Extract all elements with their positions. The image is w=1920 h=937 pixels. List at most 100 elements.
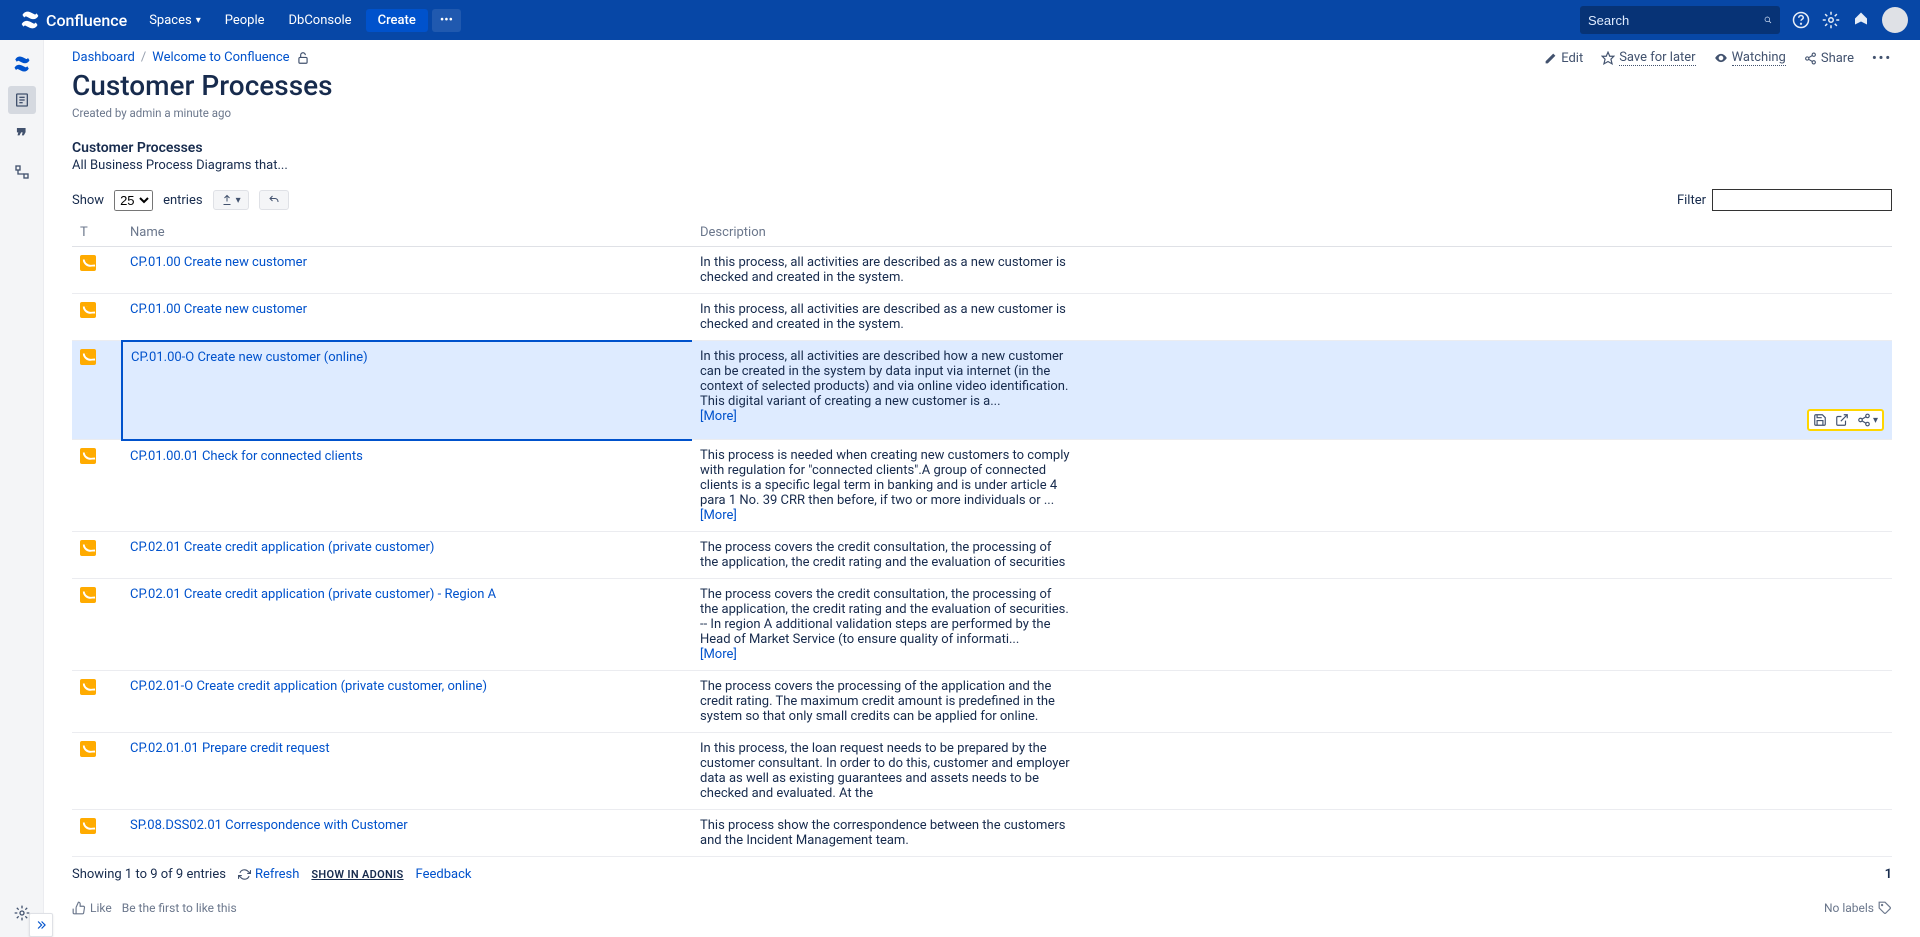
nav-more-button[interactable]: ••• <box>432 9 461 32</box>
page-meta: Created by admin a minute ago <box>72 106 1892 120</box>
share-row-icon[interactable]: ▾ <box>1857 413 1878 427</box>
logo[interactable]: Confluence <box>12 10 135 30</box>
table-row[interactable]: CP.02.01 Create credit application (priv… <box>72 579 1892 671</box>
page-size-select[interactable]: 25 <box>114 190 153 211</box>
process-link[interactable]: CP.01.00 Create new customer <box>130 302 307 317</box>
nav-dbconsole[interactable]: DbConsole <box>279 9 362 32</box>
sidebar-expand-button[interactable] <box>29 913 53 937</box>
process-link[interactable]: CP.02.01 Create credit application (priv… <box>130 587 496 602</box>
more-link[interactable]: [More] <box>700 647 737 662</box>
row-actions: ▾ <box>1807 409 1884 431</box>
breadcrumb-dashboard[interactable]: Dashboard <box>72 50 135 65</box>
watching-label: Watching <box>1732 50 1786 66</box>
type-cell <box>72 810 122 857</box>
col-name[interactable]: Name <box>122 219 692 247</box>
section-sub: All Business Process Diagrams that... <box>72 158 1892 173</box>
watching-button[interactable]: Watching <box>1714 50 1786 66</box>
process-link[interactable]: CP.02.01 Create credit application (priv… <box>130 540 434 555</box>
table-row[interactable]: CP.01.00.01 Check for connected clients T… <box>72 440 1892 532</box>
process-type-icon <box>80 741 96 757</box>
desc-cell: The process covers the credit consultati… <box>692 532 1892 579</box>
type-cell <box>72 294 122 341</box>
table-row[interactable]: CP.02.01.01 Prepare credit requestIn thi… <box>72 733 1892 810</box>
export-button[interactable]: ▾ <box>213 190 249 210</box>
table-row[interactable]: CP.02.01-O Create credit application (pr… <box>72 671 1892 733</box>
notification-icon[interactable] <box>1852 11 1870 29</box>
col-type[interactable]: T <box>72 219 122 247</box>
nav-spaces-label: Spaces <box>149 13 192 28</box>
nav-spaces[interactable]: Spaces ▾ <box>139 9 211 32</box>
type-cell <box>72 440 122 532</box>
page-title: Customer Processes <box>72 69 1892 102</box>
desc-cell: The process covers the credit consultati… <box>692 579 1892 671</box>
process-type-icon <box>80 349 96 365</box>
undo-button[interactable] <box>259 190 289 210</box>
search-input[interactable] <box>1588 13 1764 28</box>
help-icon[interactable] <box>1792 11 1810 29</box>
col-desc[interactable]: Description <box>692 219 1892 247</box>
chevron-down-icon: ▾ <box>196 15 201 26</box>
table-row[interactable]: CP.01.00 Create new customerIn this proc… <box>72 294 1892 341</box>
unlock-icon[interactable] <box>296 51 310 65</box>
desc-cell: In this process, all activities are desc… <box>692 341 1892 440</box>
breadcrumb-welcome[interactable]: Welcome to Confluence <box>152 50 289 65</box>
process-link[interactable]: CP.02.01-O Create credit application (pr… <box>130 679 487 694</box>
save-row-icon[interactable] <box>1813 413 1827 427</box>
process-type-icon <box>80 587 96 603</box>
name-cell: CP.01.00.01 Check for connected clients <box>122 440 692 532</box>
tag-icon <box>1878 901 1892 915</box>
filter-label: Filter <box>1677 193 1706 208</box>
like-button[interactable]: Like <box>72 901 112 915</box>
process-type-icon <box>80 448 96 464</box>
breadcrumb: Dashboard / Welcome to Confluence <box>72 50 1544 65</box>
show-in-adonis-link[interactable]: SHOW IN ADONIS <box>311 868 403 881</box>
share-button[interactable]: Share <box>1804 51 1854 66</box>
edit-button[interactable]: Edit <box>1544 51 1583 66</box>
filter-input[interactable] <box>1712 189 1892 211</box>
feedback-link[interactable]: Feedback <box>416 867 472 882</box>
type-cell <box>72 341 122 440</box>
more-link[interactable]: [More] <box>700 508 737 523</box>
table-row[interactable]: CP.01.00-O Create new customer (online) I… <box>72 341 1892 440</box>
name-cell: CP.02.01.01 Prepare credit request <box>122 733 692 810</box>
page-number[interactable]: 1 <box>1885 867 1892 882</box>
sidebar-pages-icon[interactable] <box>8 86 36 114</box>
share-label: Share <box>1821 51 1854 66</box>
process-type-icon <box>80 302 96 318</box>
process-link[interactable]: SP.08.DSS02.01 Correspondence with Custo… <box>130 818 408 833</box>
desc-text: The process covers the credit consultati… <box>700 540 1070 570</box>
table-row[interactable]: CP.01.00 Create new customer In this proc… <box>72 247 1892 294</box>
like-label: Like <box>90 901 112 915</box>
desc-text: This process show the correspondence bet… <box>700 818 1070 848</box>
desc-cell: This process is needed when creating new… <box>692 440 1892 532</box>
user-avatar[interactable] <box>1882 7 1908 33</box>
create-button[interactable]: Create <box>366 9 428 32</box>
more-actions-button[interactable]: ••• <box>1872 51 1892 66</box>
name-cell: CP.02.01 Create credit application (priv… <box>122 579 692 671</box>
process-type-icon <box>80 679 96 695</box>
process-link[interactable]: CP.01.00 Create new customer <box>130 255 307 270</box>
settings-icon[interactable] <box>1822 11 1840 29</box>
search-box[interactable] <box>1580 6 1780 34</box>
table-header-row: T Name Description <box>72 219 1892 247</box>
open-external-icon[interactable] <box>1835 413 1849 427</box>
more-link[interactable]: [More] <box>700 409 737 424</box>
process-link[interactable]: CP.01.00.01 Check for connected clients <box>130 449 363 464</box>
table-row[interactable]: SP.08.DSS02.01 Correspondence with Custo… <box>72 810 1892 857</box>
sidebar-quote-icon[interactable]: ❞ <box>8 122 36 150</box>
type-cell <box>72 579 122 671</box>
nav-people[interactable]: People <box>215 9 275 32</box>
process-type-icon <box>80 818 96 834</box>
undo-icon <box>267 194 281 206</box>
refresh-button[interactable]: Refresh <box>238 867 299 882</box>
desc-cell: In this process, all activities are desc… <box>692 247 1892 294</box>
thumbs-up-icon <box>72 901 86 915</box>
save-for-later-button[interactable]: Save for later <box>1601 50 1695 66</box>
name-cell: CP.01.00 Create new customer <box>122 294 692 341</box>
table-row[interactable]: CP.02.01 Create credit application (priv… <box>72 532 1892 579</box>
sidebar-confluence-icon[interactable] <box>8 50 36 78</box>
process-link[interactable]: CP.02.01.01 Prepare credit request <box>130 741 330 756</box>
sidebar-tree-icon[interactable] <box>8 158 36 186</box>
process-link[interactable]: CP.01.00-O Create new customer (online) <box>131 350 368 365</box>
no-labels[interactable]: No labels <box>1824 901 1892 915</box>
